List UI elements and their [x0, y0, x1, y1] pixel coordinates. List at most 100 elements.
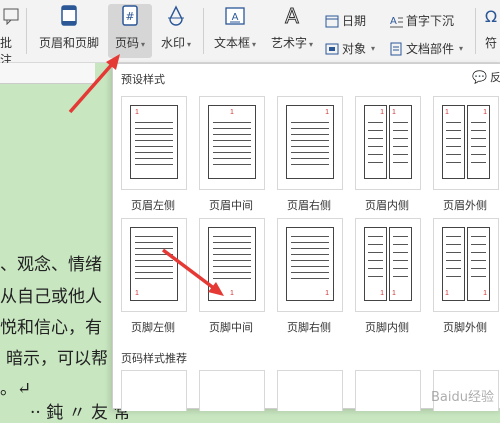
ruler [0, 63, 95, 84]
textbox-label: 文本框 ▾ [213, 36, 257, 50]
page-preview-right: 1 [389, 105, 412, 179]
chevron-down-icon: ▾ [309, 40, 314, 49]
footer-outside-option[interactable]: 1 1 [433, 218, 499, 312]
date-button[interactable]: 日期 [325, 12, 366, 29]
chat-bubble-icon: 💬 [472, 70, 487, 84]
page-preview-left: 1 [442, 105, 465, 179]
recommend-option[interactable] [199, 370, 265, 411]
chevron-down-icon: ▾ [459, 44, 464, 53]
separator [475, 8, 476, 54]
ribbon-toolbar: 批注 页眉和页脚 # 页码▾ 水印▾ A 文本框▾ A 艺术字▾ 日期 [0, 0, 500, 67]
page-number-mark: 1 [230, 290, 234, 297]
dropcap-button[interactable]: A 首字下沉 [389, 12, 454, 29]
page-number-icon: # [119, 4, 141, 28]
watermark-label: 水印 ▾ [160, 36, 192, 50]
page-preview: 1 [286, 227, 334, 301]
page-preview-right: 1 [389, 227, 412, 301]
watermark: Baidu经验 [431, 390, 494, 405]
header-left-label: 页眉左侧 [131, 200, 175, 212]
page-number-mark: 1 [392, 290, 396, 297]
dropcap-icon: A [390, 16, 403, 27]
page-number-label: 页码 ▾ [114, 36, 146, 50]
dropcap-label: 首字下沉 [406, 14, 455, 28]
page-preview-left: 1 [442, 227, 465, 301]
recommend-option[interactable] [121, 370, 187, 411]
wordart-icon: A [281, 4, 303, 28]
docparts-icon [390, 42, 402, 55]
page-number-mark: 1 [135, 109, 139, 116]
header-footer-button[interactable]: 页眉和页脚 [36, 4, 102, 51]
recommend-title: 页码样式推荐 [121, 353, 187, 365]
svg-text:#: # [125, 10, 134, 23]
footer-center-label: 页脚中间 [209, 322, 253, 334]
header-inside-option[interactable]: 1 1 [355, 96, 421, 190]
symbol-button[interactable]: Ω 符 [482, 4, 500, 51]
object-button[interactable]: 对象 ▾ [325, 40, 375, 57]
footer-right-label: 页脚右侧 [287, 322, 331, 334]
footer-inside-label: 页脚内侧 [365, 322, 409, 334]
footer-outside-label: 页脚外侧 [443, 322, 487, 334]
wordart-label: 艺术字 ▾ [270, 36, 314, 50]
page-number-mark: 1 [325, 290, 329, 297]
page-number-mark: 1 [380, 109, 384, 116]
header-right-option[interactable]: 1 [277, 96, 343, 190]
header-center-option[interactable]: 1 [199, 96, 265, 190]
page-preview-left: 1 [364, 227, 387, 301]
page-preview: 1 [286, 105, 334, 179]
doc-line: 暗示，可以帮 [6, 349, 108, 369]
docparts-button[interactable]: 文档部件 ▾ [389, 40, 463, 57]
chevron-down-icon: ▾ [141, 40, 146, 49]
page-preview: 1 [208, 227, 256, 301]
svg-text:A: A [390, 16, 397, 27]
page-number-dropdown: 预设样式 💬 反 1 1 1 1 1 1 1 页眉左侧 页眉中间 页眉右侧 页眉… [112, 63, 500, 411]
page-number-mark: 1 [230, 109, 234, 116]
footer-inside-option[interactable]: 1 1 [355, 218, 421, 312]
footer-left-label: 页脚左侧 [131, 322, 175, 334]
page-preview-left: 1 [364, 105, 387, 179]
svg-text:A: A [285, 5, 299, 27]
textbox-icon: A [224, 4, 246, 28]
doc-line: 。↵ [0, 379, 32, 399]
doc-line: 、观念、情绪 [0, 255, 102, 275]
footer-center-option[interactable]: 1 [199, 218, 265, 312]
header-footer-icon [58, 4, 80, 28]
svg-text:A: A [232, 12, 239, 23]
object-icon [325, 43, 339, 54]
omega-icon: Ω [482, 4, 500, 28]
header-center-label: 页眉中间 [209, 200, 253, 212]
doc-line: 悦和信心，有 [0, 318, 102, 338]
separator [26, 8, 27, 54]
page-number-mark: 1 [483, 109, 487, 116]
page-number-mark: 1 [445, 109, 449, 116]
recommend-option[interactable] [355, 370, 421, 411]
page-preview: 1 [130, 105, 178, 179]
page-preview: 1 [130, 227, 178, 301]
annotate-button[interactable]: 批注 [0, 4, 22, 68]
wordart-button[interactable]: A 艺术字 ▾ [266, 4, 318, 51]
page-number-mark: 1 [325, 109, 329, 116]
page-preview-right: 1 [467, 105, 490, 179]
symbol-label: 符 [484, 36, 497, 50]
page-number-mark: 1 [445, 290, 449, 297]
textbox-button[interactable]: A 文本框 ▾ [209, 4, 261, 51]
chevron-down-icon: ▾ [187, 40, 192, 49]
header-left-option[interactable]: 1 [121, 96, 187, 190]
calendar-icon [325, 15, 339, 27]
page-number-mark: 1 [380, 290, 384, 297]
page-number-button[interactable]: # 页码 ▾ [108, 4, 152, 58]
feedback-button[interactable]: 💬 反 [472, 69, 500, 85]
recommend-option[interactable] [277, 370, 343, 411]
preset-styles-title: 预设样式 [121, 74, 165, 86]
date-label: 日期 [342, 14, 367, 28]
watermark-icon [165, 4, 187, 28]
feedback-label: 反 [490, 72, 500, 84]
doc-line: 从自己或他人 [0, 287, 102, 307]
docparts-label: 文档部件 [406, 42, 455, 56]
svg-text:Ω: Ω [485, 7, 497, 26]
footer-right-option[interactable]: 1 [277, 218, 343, 312]
header-right-label: 页眉右侧 [287, 200, 331, 212]
footer-left-option[interactable]: 1 [121, 218, 187, 312]
watermark-button[interactable]: 水印 ▾ [156, 4, 196, 51]
page-number-mark: 1 [483, 290, 487, 297]
header-outside-option[interactable]: 1 1 [433, 96, 499, 190]
